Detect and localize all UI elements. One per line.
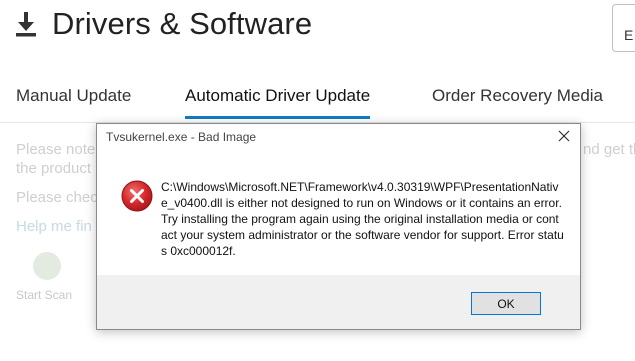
tab-manual-update[interactable]: Manual Update <box>16 86 131 106</box>
close-icon <box>558 130 570 142</box>
dialog-message: C:\Windows\Microsoft.NET\Framework\v4.0.… <box>161 180 564 258</box>
page-title: Drivers & Software <box>52 6 313 41</box>
download-icon <box>16 12 36 37</box>
tab-automatic-driver-update[interactable]: Automatic Driver Update <box>185 86 371 119</box>
tab-bar: Manual Update Automatic Driver Update Or… <box>0 86 635 122</box>
start-scan-label: Start Scan <box>16 288 73 302</box>
background-text-line1: Please note <box>16 141 96 158</box>
close-button[interactable] <box>554 126 574 146</box>
background-text-line3: Please chec <box>16 189 98 206</box>
tab-label: Manual Update <box>16 86 132 105</box>
tab-order-recovery-media[interactable]: Order Recovery Media <box>432 86 603 106</box>
tab-label: Automatic Driver Update <box>185 86 371 105</box>
ok-button-label: OK <box>497 296 515 311</box>
help-link[interactable]: Help me fin <box>16 218 92 235</box>
dialog-title: Tvsukernel.exe - Bad Image <box>106 130 257 144</box>
background-text-line2: the product <box>16 160 92 177</box>
dialog-titlebar[interactable]: Tvsukernel.exe - Bad Image <box>97 124 580 150</box>
tab-label: Order Recovery Media <box>432 86 604 105</box>
dialog-footer: OK <box>97 275 580 329</box>
error-dialog: Tvsukernel.exe - Bad Image C:\Windows\Mi… <box>96 123 581 330</box>
top-right-button-label: E <box>624 27 634 43</box>
error-icon <box>121 180 153 212</box>
page-header: Drivers & Software <box>14 6 312 42</box>
dialog-body: C:\Windows\Microsoft.NET\Framework\v4.0.… <box>97 150 580 275</box>
start-scan-button[interactable] <box>33 252 61 280</box>
active-tab-indicator <box>185 116 371 119</box>
top-right-button[interactable]: E <box>612 4 635 52</box>
ok-button[interactable]: OK <box>471 292 541 315</box>
background-text-line1-right: nd get the <box>583 141 635 158</box>
